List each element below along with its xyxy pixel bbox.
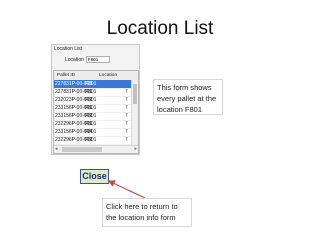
horizontal-scrollbar[interactable]: ◂ ▸ bbox=[54, 145, 138, 153]
location-field[interactable]: F801 bbox=[86, 56, 110, 63]
close-button[interactable]: Close bbox=[80, 169, 109, 184]
scroll-right-arrow-icon[interactable]: ▸ bbox=[134, 146, 137, 153]
vertical-scroll-thumb[interactable] bbox=[133, 84, 137, 104]
window-title: Location List bbox=[54, 46, 83, 52]
scroll-left-arrow-icon[interactable]: ◂ bbox=[55, 146, 58, 153]
cell-location: F801 bbox=[85, 129, 97, 135]
cell-location: F801 bbox=[85, 105, 97, 111]
cell-location: F801 bbox=[85, 121, 97, 127]
cell-location: F801 bbox=[85, 137, 97, 143]
column-header-location[interactable]: Location bbox=[99, 71, 117, 80]
slide-title: Location List bbox=[106, 18, 214, 39]
horizontal-scroll-thumb[interactable] bbox=[62, 147, 102, 152]
cell-extra: T bbox=[125, 97, 129, 103]
cell-extra: T bbox=[125, 129, 129, 135]
cell-extra: T bbox=[125, 113, 129, 119]
pallet-grid: Pallet ID Location 227831P-00-003 F801 2… bbox=[53, 70, 139, 154]
cell-extra: T bbox=[125, 105, 129, 111]
cell-extra: T bbox=[125, 89, 129, 95]
column-header-pallet-id[interactable]: Pallet ID bbox=[57, 71, 75, 80]
location-label: Location bbox=[65, 57, 84, 63]
cell-location: F801 bbox=[85, 89, 97, 95]
location-list-window: Location List Location F801 Pallet ID Lo… bbox=[51, 44, 140, 155]
cell-extra: T bbox=[125, 137, 129, 143]
cell-location: F801 bbox=[85, 97, 97, 103]
callout-close-instruction: Click here to return to the location inf… bbox=[102, 198, 192, 227]
table-row[interactable]: 232296P-00-002 F801 T bbox=[54, 136, 132, 145]
vertical-scrollbar[interactable] bbox=[131, 80, 138, 146]
cell-location: F801 bbox=[85, 81, 97, 87]
callout-form-description: This form shows every pallet at the loca… bbox=[153, 79, 223, 115]
cell-location: F801 bbox=[85, 113, 97, 119]
cell-extra: T bbox=[125, 121, 129, 127]
